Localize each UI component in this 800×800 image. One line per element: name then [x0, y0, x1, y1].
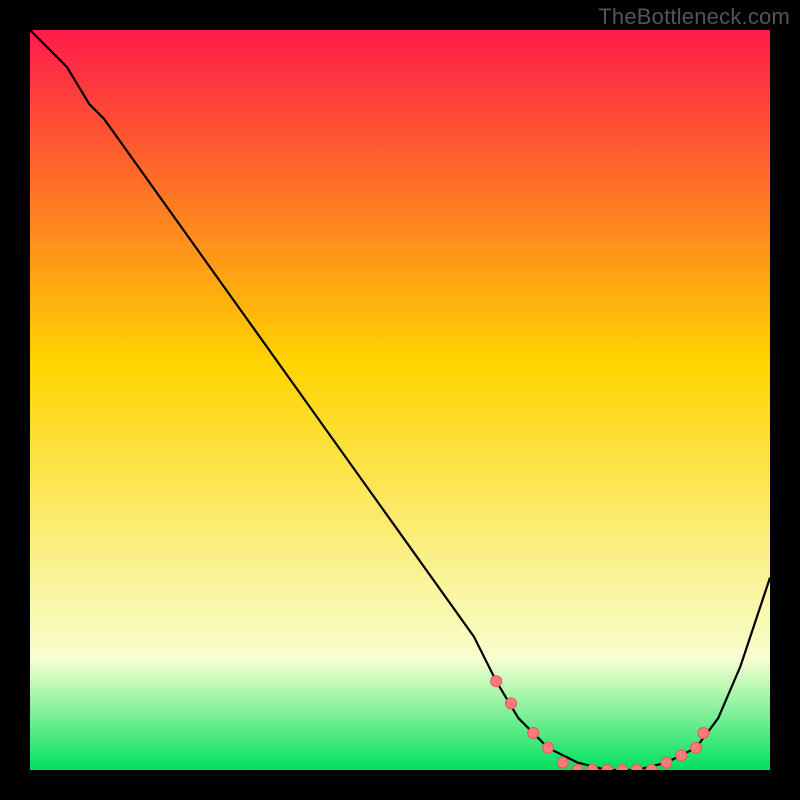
- marker-dot: [543, 742, 554, 753]
- chart-area: [30, 30, 770, 770]
- marker-dot: [676, 750, 687, 761]
- marker-dot: [691, 742, 702, 753]
- chart-svg: [30, 30, 770, 770]
- marker-dot: [698, 728, 709, 739]
- marker-dot: [491, 676, 502, 687]
- marker-dot: [557, 757, 568, 768]
- marker-dot: [661, 757, 672, 768]
- marker-dot: [528, 728, 539, 739]
- marker-dot: [506, 698, 517, 709]
- watermark-text: TheBottleneck.com: [598, 4, 790, 30]
- gradient-bg: [30, 30, 770, 770]
